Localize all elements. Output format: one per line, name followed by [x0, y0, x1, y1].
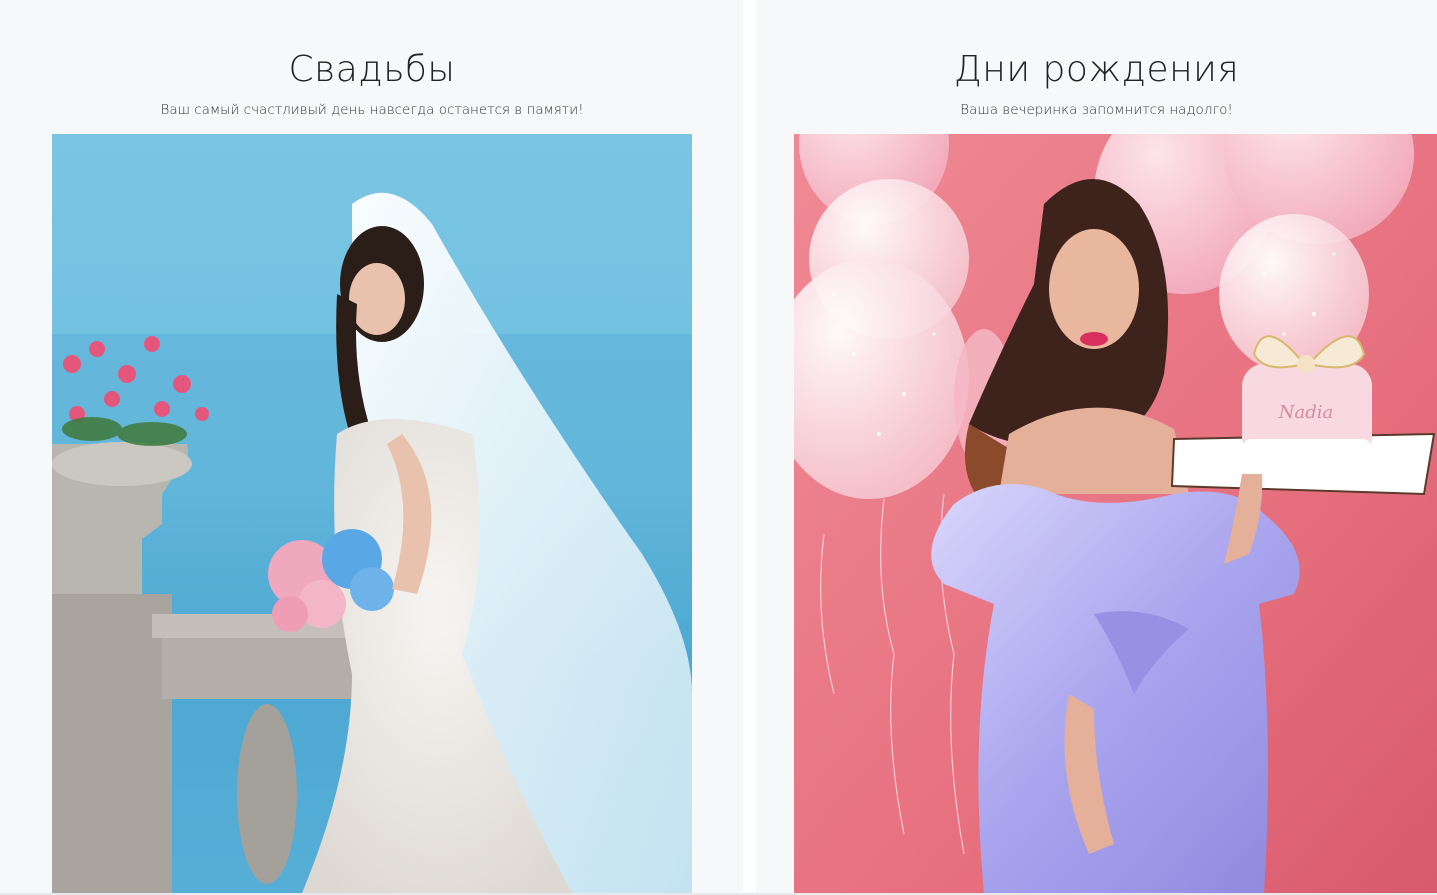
- bride-image: [52, 134, 692, 893]
- service-card-birthdays[interactable]: Дни рождения Ваша вечеринка запомнится н…: [756, 0, 1437, 893]
- birthday-photo[interactable]: Nadia: [794, 134, 1437, 893]
- wedding-photo[interactable]: [52, 134, 692, 893]
- services-page: Свадьбы Ваш самый счастливый день навсег…: [0, 0, 1437, 895]
- card-subtitle: Ваш самый счастливый день навсегда остан…: [160, 102, 584, 118]
- birthday-image: Nadia: [794, 134, 1437, 893]
- card-subtitle: Ваша вечеринка запомнится надолго!: [960, 102, 1233, 118]
- cake-inscription: Nadia: [1278, 402, 1334, 423]
- card-title: Дни рождения: [953, 49, 1240, 90]
- card-title: Свадьбы: [288, 49, 456, 90]
- service-card-weddings[interactable]: Свадьбы Ваш самый счастливый день навсег…: [0, 0, 743, 893]
